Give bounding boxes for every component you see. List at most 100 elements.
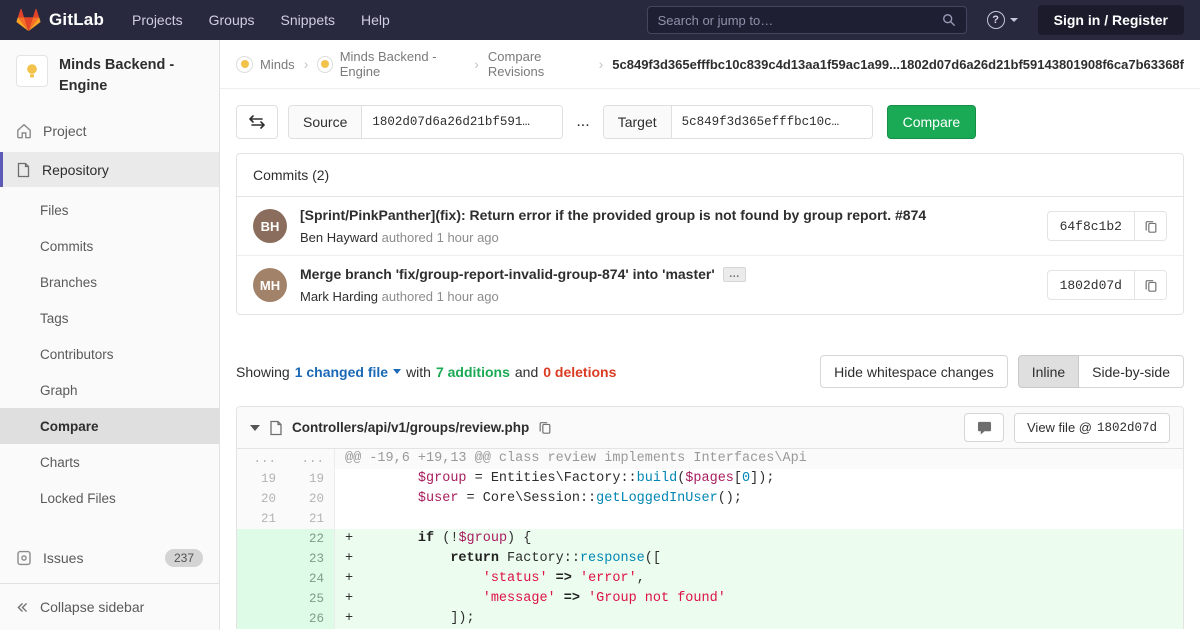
commit-info: [Sprint/PinkPanther](fix): Return error … xyxy=(300,207,1047,245)
stats-showing: Showing xyxy=(236,364,290,380)
commit-item: BH [Sprint/PinkPanther](fix): Return err… xyxy=(237,197,1183,256)
new-line-number[interactable]: 26 xyxy=(286,609,335,629)
view-file-sha: 1802d07d xyxy=(1097,421,1157,435)
sidebar-item-graph[interactable]: Graph xyxy=(0,372,219,408)
file-comment-button[interactable] xyxy=(964,413,1004,442)
old-line-number[interactable]: 19 xyxy=(237,469,286,489)
commit-sha[interactable]: 1802d07d xyxy=(1048,271,1134,299)
old-line-number[interactable] xyxy=(237,569,286,589)
breadcrumb-link[interactable]: Minds Backend - Engine xyxy=(340,49,466,79)
nav-item-projects[interactable]: Projects xyxy=(122,7,193,33)
main-navigation: Projects Groups Snippets Help xyxy=(122,7,400,33)
nav-item-snippets[interactable]: Snippets xyxy=(271,7,345,33)
comment-icon xyxy=(977,421,992,435)
sidebar-item-label: Issues xyxy=(43,550,83,566)
commits-panel: Commits (2) BH [Sprint/PinkPanther](fix)… xyxy=(236,153,1184,315)
code-line: + 'message' => 'Group not found' xyxy=(335,589,1183,609)
commit-meta: authored 1 hour ago xyxy=(382,230,499,245)
target-input[interactable] xyxy=(672,106,872,138)
breadcrumb-separator: › xyxy=(599,56,604,72)
source-input[interactable] xyxy=(362,106,562,138)
breadcrumb: Minds › Minds Backend - Engine › Compare… xyxy=(220,40,1200,89)
old-line-number[interactable]: ... xyxy=(237,449,286,469)
new-line-number[interactable]: ... xyxy=(286,449,335,469)
file-actions: View file @ 1802d07d xyxy=(964,413,1170,443)
breadcrumb-link-compare-revisions[interactable]: Compare Revisions xyxy=(488,49,590,79)
top-navbar: GitLab Projects Groups Snippets Help ? S… xyxy=(0,0,1200,40)
new-line-number[interactable]: 19 xyxy=(286,469,335,489)
breadcrumb-item-minds[interactable]: Minds xyxy=(236,56,295,73)
copy-file-path-button[interactable] xyxy=(538,420,552,435)
old-line-number[interactable] xyxy=(237,609,286,629)
sign-in-button[interactable]: Sign in / Register xyxy=(1038,5,1184,35)
commit-meta-row: Mark Harding authored 1 hour ago xyxy=(300,289,1033,304)
copy-icon xyxy=(538,420,552,435)
swap-revisions-button[interactable] xyxy=(236,105,278,139)
project-context[interactable]: Minds Backend - Engine xyxy=(0,40,219,109)
hide-whitespace-button[interactable]: Hide whitespace changes xyxy=(820,355,1008,388)
commit-title[interactable]: Merge branch 'fix/group-report-invalid-g… xyxy=(300,266,715,282)
code-line: $user = Core\Session::getLoggedInUser(); xyxy=(335,489,1183,509)
old-line-number[interactable]: 20 xyxy=(237,489,286,509)
commit-sha[interactable]: 64f8c1b2 xyxy=(1048,212,1134,240)
diff-line: ......@@ -19,6 +19,13 @@ class review im… xyxy=(237,449,1183,469)
new-line-number[interactable]: 22 xyxy=(286,529,335,549)
target-input-group: Target xyxy=(603,105,873,139)
old-line-number[interactable] xyxy=(237,529,286,549)
avatar: MH xyxy=(253,268,287,302)
additions-count: 7 additions xyxy=(436,364,510,380)
new-line-number[interactable]: 23 xyxy=(286,549,335,569)
view-file-button[interactable]: View file @ 1802d07d xyxy=(1014,413,1170,443)
breadcrumb-link[interactable]: Minds xyxy=(260,57,295,72)
sidebar-item-tags[interactable]: Tags xyxy=(0,300,219,336)
inline-view-button[interactable]: Inline xyxy=(1018,355,1079,388)
search-input[interactable] xyxy=(658,13,942,28)
old-line-number[interactable]: 21 xyxy=(237,509,286,529)
new-line-number[interactable]: 20 xyxy=(286,489,335,509)
code-line: + ]); xyxy=(335,609,1183,629)
collapse-file-caret-icon[interactable] xyxy=(250,425,260,431)
nav-item-help[interactable]: Help xyxy=(351,7,400,33)
deletions-count: 0 deletions xyxy=(543,364,616,380)
copy-sha-button[interactable] xyxy=(1134,271,1166,299)
sidebar-item-commits[interactable]: Commits xyxy=(0,228,219,264)
sidebar-item-compare[interactable]: Compare xyxy=(0,408,219,444)
sidebar-item-branches[interactable]: Branches xyxy=(0,264,219,300)
commit-author[interactable]: Mark Harding xyxy=(300,289,378,304)
new-line-number[interactable]: 25 xyxy=(286,589,335,609)
copy-sha-button[interactable] xyxy=(1134,212,1166,240)
sidebar-item-locked-files[interactable]: Locked Files xyxy=(0,480,219,516)
sidebar-item-contributors[interactable]: Contributors xyxy=(0,336,219,372)
swap-arrows-icon xyxy=(249,115,265,129)
global-search xyxy=(647,6,967,34)
old-line-number[interactable] xyxy=(237,589,286,609)
collapse-sidebar-button[interactable]: Collapse sidebar xyxy=(0,583,219,630)
stats-with: with xyxy=(406,364,431,380)
sidebar-item-project[interactable]: Project xyxy=(0,113,219,148)
gitlab-logo[interactable]: GitLab xyxy=(16,8,104,32)
compare-button[interactable]: Compare xyxy=(887,105,977,139)
help-dropdown[interactable]: ? xyxy=(987,11,1018,29)
diff-table-body: ......@@ -19,6 +19,13 @@ class review im… xyxy=(237,449,1183,629)
sidebar-item-charts[interactable]: Charts xyxy=(0,444,219,480)
old-line-number[interactable] xyxy=(237,549,286,569)
new-line-number[interactable]: 21 xyxy=(286,509,335,529)
new-line-number[interactable]: 24 xyxy=(286,569,335,589)
repository-submenu: Files Commits Branches Tags Contributors… xyxy=(0,187,219,522)
side-by-side-view-button[interactable]: Side-by-side xyxy=(1079,355,1184,388)
sidebar-item-files[interactable]: Files xyxy=(0,192,219,228)
chevron-down-icon xyxy=(1010,18,1018,22)
file-path[interactable]: Controllers/api/v1/groups/review.php xyxy=(292,420,529,435)
nav-item-groups[interactable]: Groups xyxy=(199,7,265,33)
commit-expander-button[interactable]: … xyxy=(723,267,746,282)
changed-files-dropdown[interactable]: 1 changed file xyxy=(295,364,401,380)
commit-title[interactable]: [Sprint/PinkPanther](fix): Return error … xyxy=(300,207,926,223)
commit-author[interactable]: Ben Hayward xyxy=(300,230,378,245)
breadcrumb-item-project[interactable]: Minds Backend - Engine xyxy=(317,49,465,79)
sidebar-item-issues[interactable]: Issues 237 xyxy=(0,540,219,575)
diff-view-toggle: Inline Side-by-side xyxy=(1018,355,1184,388)
sidebar-item-repository[interactable]: Repository xyxy=(0,152,219,187)
commit-item: MH Merge branch 'fix/group-report-invali… xyxy=(237,256,1183,314)
search-icon[interactable] xyxy=(942,13,956,27)
diff-stats-bar: Showing 1 changed file with 7 additions … xyxy=(220,315,1200,388)
